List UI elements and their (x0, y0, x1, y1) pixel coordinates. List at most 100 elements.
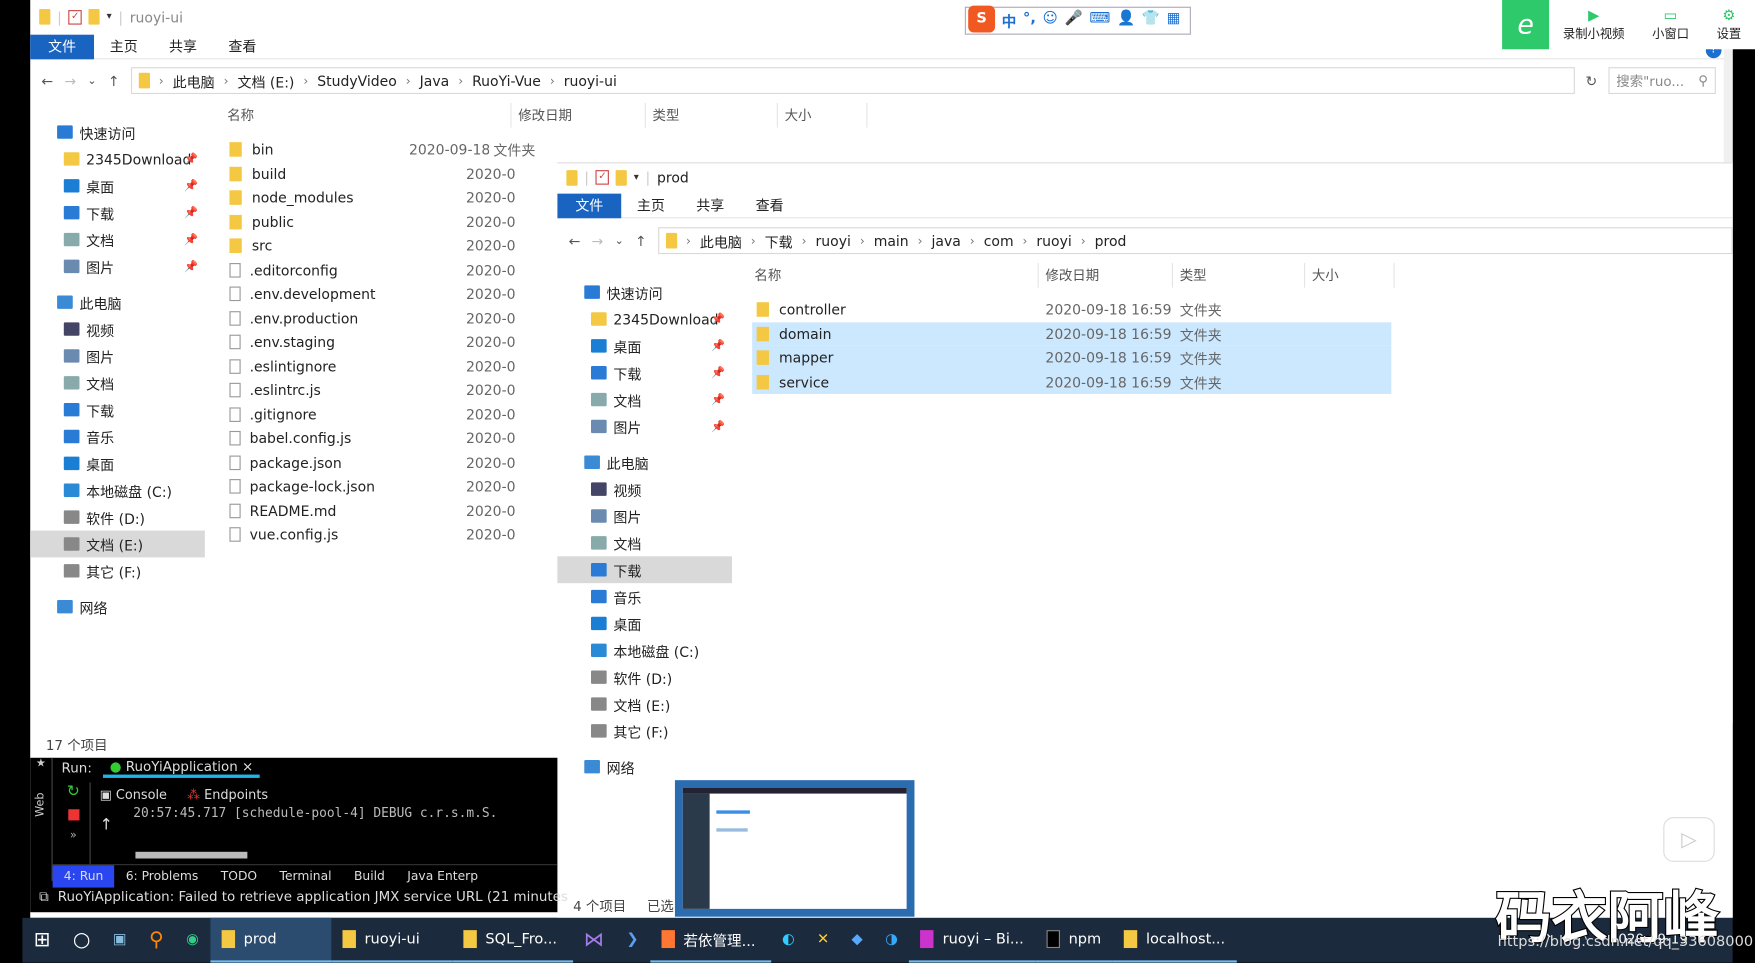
nav-item[interactable]: 软件 (D:) (30, 504, 205, 531)
tool-tab-1[interactable]: 6: Problems (115, 865, 210, 887)
recorder-button-0[interactable]: ▶ 录制小视频 (1563, 7, 1625, 42)
nav-item[interactable]: 音乐 (30, 423, 205, 450)
nav-item[interactable]: 网络 (557, 753, 732, 780)
search-app-icon[interactable]: ⚲ (138, 918, 175, 963)
ime-item-7[interactable]: ▦ (1167, 10, 1181, 31)
breadcrumb-item[interactable]: ruoyi (1036, 232, 1071, 249)
file-row[interactable]: package.json 2020-0 (225, 451, 572, 475)
column-header-2[interactable]: 类型 (646, 102, 778, 128)
nav-item[interactable]: 文档 (557, 529, 732, 556)
nav-item[interactable]: 桌面 (557, 610, 732, 637)
column-header-2[interactable]: 类型 (1173, 263, 1306, 288)
breadcrumb[interactable]: › 此电脑 › 文档 (E:) › StudyVideo › Java › RuoYi-Vue › r… (130, 67, 1575, 95)
file-row[interactable]: public 2020-0 (225, 210, 572, 234)
nav-item[interactable]: 桌面 📌 (30, 172, 205, 199)
column-header-0[interactable]: 名称 (221, 102, 512, 128)
pc-app-icon[interactable]: ▣ (102, 918, 138, 963)
file-row[interactable]: mapper 2020-09-18 16:59 文件夹 (752, 345, 1392, 370)
chevron-right-icon[interactable]: › (224, 73, 229, 88)
bilibili-play-icon[interactable]: ▷ (1663, 817, 1715, 862)
start-button[interactable]: ⊞ (22, 918, 61, 963)
nav-item[interactable]: 文档 📌 (30, 226, 205, 253)
nav-item[interactable]: 其它 (F:) (30, 557, 205, 584)
nav-item[interactable]: 2345Download 📌 (30, 146, 205, 173)
file-row[interactable]: domain 2020-09-18 16:59 文件夹 (752, 321, 1392, 346)
breadcrumb-item[interactable]: prod (1095, 232, 1127, 249)
nav-item[interactable]: 其它 (F:) (557, 717, 732, 744)
ime-item-2[interactable]: ☺ (1043, 10, 1058, 31)
properties-icon[interactable]: ✓ (68, 9, 82, 25)
android-studio-icon[interactable]: ◉ (175, 918, 210, 963)
tool-tab-4[interactable]: Build (343, 865, 396, 887)
file-row[interactable]: .env.staging 2020-0 (225, 330, 572, 354)
file-row[interactable]: babel.config.js 2020-0 (225, 426, 572, 450)
back-icon[interactable]: ← (41, 72, 53, 89)
sogou-logo-icon[interactable]: S (968, 5, 996, 32)
recorder-button-1[interactable]: ▭ 小窗口 (1652, 7, 1689, 42)
nav-item[interactable]: 快速访问 (30, 119, 205, 146)
tool-tab-5[interactable]: Java Enterp (396, 865, 489, 887)
ribbon-tab-1[interactable]: 主页 (621, 193, 680, 218)
ribbon-tab-3[interactable]: 查看 (740, 193, 799, 218)
chevron-right-icon[interactable]: › (458, 73, 463, 88)
chevron-right-icon[interactable]: › (1081, 233, 1086, 248)
breadcrumb-item[interactable]: 下载 (765, 230, 793, 251)
ribbon-tab-3[interactable]: 查看 (213, 34, 272, 59)
up-icon[interactable]: ↑ (635, 232, 647, 249)
file-row[interactable]: .editorconfig 2020-0 (225, 258, 572, 282)
file-row[interactable]: vue.config.js 2020-0 (225, 523, 572, 547)
refresh-icon[interactable]: ↻ (1586, 72, 1598, 89)
taskbar-item[interactable]: ruoyi – Bi... (909, 918, 1036, 963)
nav-item[interactable]: 下载 📌 (30, 199, 205, 226)
console-scrollbar[interactable] (135, 851, 248, 859)
cortana-button[interactable]: ○ (62, 918, 102, 963)
tool-tab-0[interactable]: 4: Run (52, 864, 115, 888)
nav-item[interactable]: 文档 📌 (557, 386, 732, 413)
chevron-right-icon[interactable]: › (550, 73, 555, 88)
quick-access-dropdown-icon[interactable]: ▾ (107, 11, 112, 22)
nav-item[interactable]: 桌面 📌 (557, 332, 732, 359)
file-row[interactable]: .eslintrc.js 2020-0 (225, 378, 572, 402)
run-config-tab[interactable]: ● RuoYiApplication × (103, 758, 261, 778)
endpoints-tab[interactable]: ⁂ Endpoints (187, 787, 268, 803)
ribbon-tab-2[interactable]: 共享 (681, 193, 740, 218)
file-row[interactable]: .gitignore 2020-0 (225, 402, 572, 426)
breadcrumb-item[interactable]: 文档 (E:) (237, 70, 294, 91)
console-tab[interactable]: ▣ Console (100, 787, 167, 803)
breadcrumb-item[interactable]: java (932, 232, 961, 249)
nav-item[interactable]: 文档 (E:) (557, 691, 732, 718)
nav-item[interactable]: 本地磁盘 (C:) (30, 477, 205, 504)
taskbar-item[interactable]: prod (210, 917, 331, 963)
chevron-right-icon[interactable]: › (406, 73, 411, 88)
file-row[interactable]: src 2020-0 (225, 234, 572, 258)
nav-item[interactable]: 软件 (D:) (557, 664, 732, 691)
breadcrumb-item[interactable]: Java (420, 72, 450, 89)
breadcrumb-item[interactable]: ruoyi-ui (564, 72, 617, 89)
app-icon[interactable]: ✕ (806, 918, 841, 963)
nav-item[interactable]: 快速访问 (557, 279, 732, 306)
nav-item[interactable]: 视频 (557, 476, 732, 503)
nav-item[interactable]: 此电脑 (557, 449, 732, 476)
rerun-icon[interactable]: ↻ (57, 782, 89, 800)
chevron-right-icon[interactable]: › (303, 73, 308, 88)
nav-item[interactable]: 网络 (30, 593, 205, 620)
chevron-right-icon[interactable]: › (802, 233, 807, 248)
new-folder-icon[interactable] (88, 8, 100, 25)
powershell-icon[interactable]: ❯ (615, 918, 650, 963)
chevron-right-icon[interactable]: › (918, 233, 923, 248)
breadcrumb-item[interactable]: main (874, 232, 909, 249)
chevron-right-icon[interactable]: › (970, 233, 975, 248)
new-folder-icon[interactable] (615, 169, 628, 186)
nav-item[interactable]: 下载 (557, 556, 733, 584)
recorder-button-2[interactable]: ⚙ 设置 (1717, 7, 1742, 42)
ribbon-tab-2[interactable]: 共享 (153, 34, 212, 59)
nav-item[interactable]: 桌面 (30, 450, 205, 477)
nav-item[interactable]: 下载 (30, 396, 205, 423)
ime-item-5[interactable]: 👤 (1117, 10, 1135, 31)
back-icon[interactable]: ← (569, 232, 581, 249)
taskbar-item[interactable]: ruoyi-ui (330, 918, 452, 963)
taskbar-thumbnail-preview[interactable] (674, 780, 915, 917)
nav-item[interactable]: 2345Download 📌 (557, 306, 732, 333)
chevron-right-icon[interactable]: › (1023, 233, 1028, 248)
chevron-right-icon[interactable]: › (751, 233, 756, 248)
